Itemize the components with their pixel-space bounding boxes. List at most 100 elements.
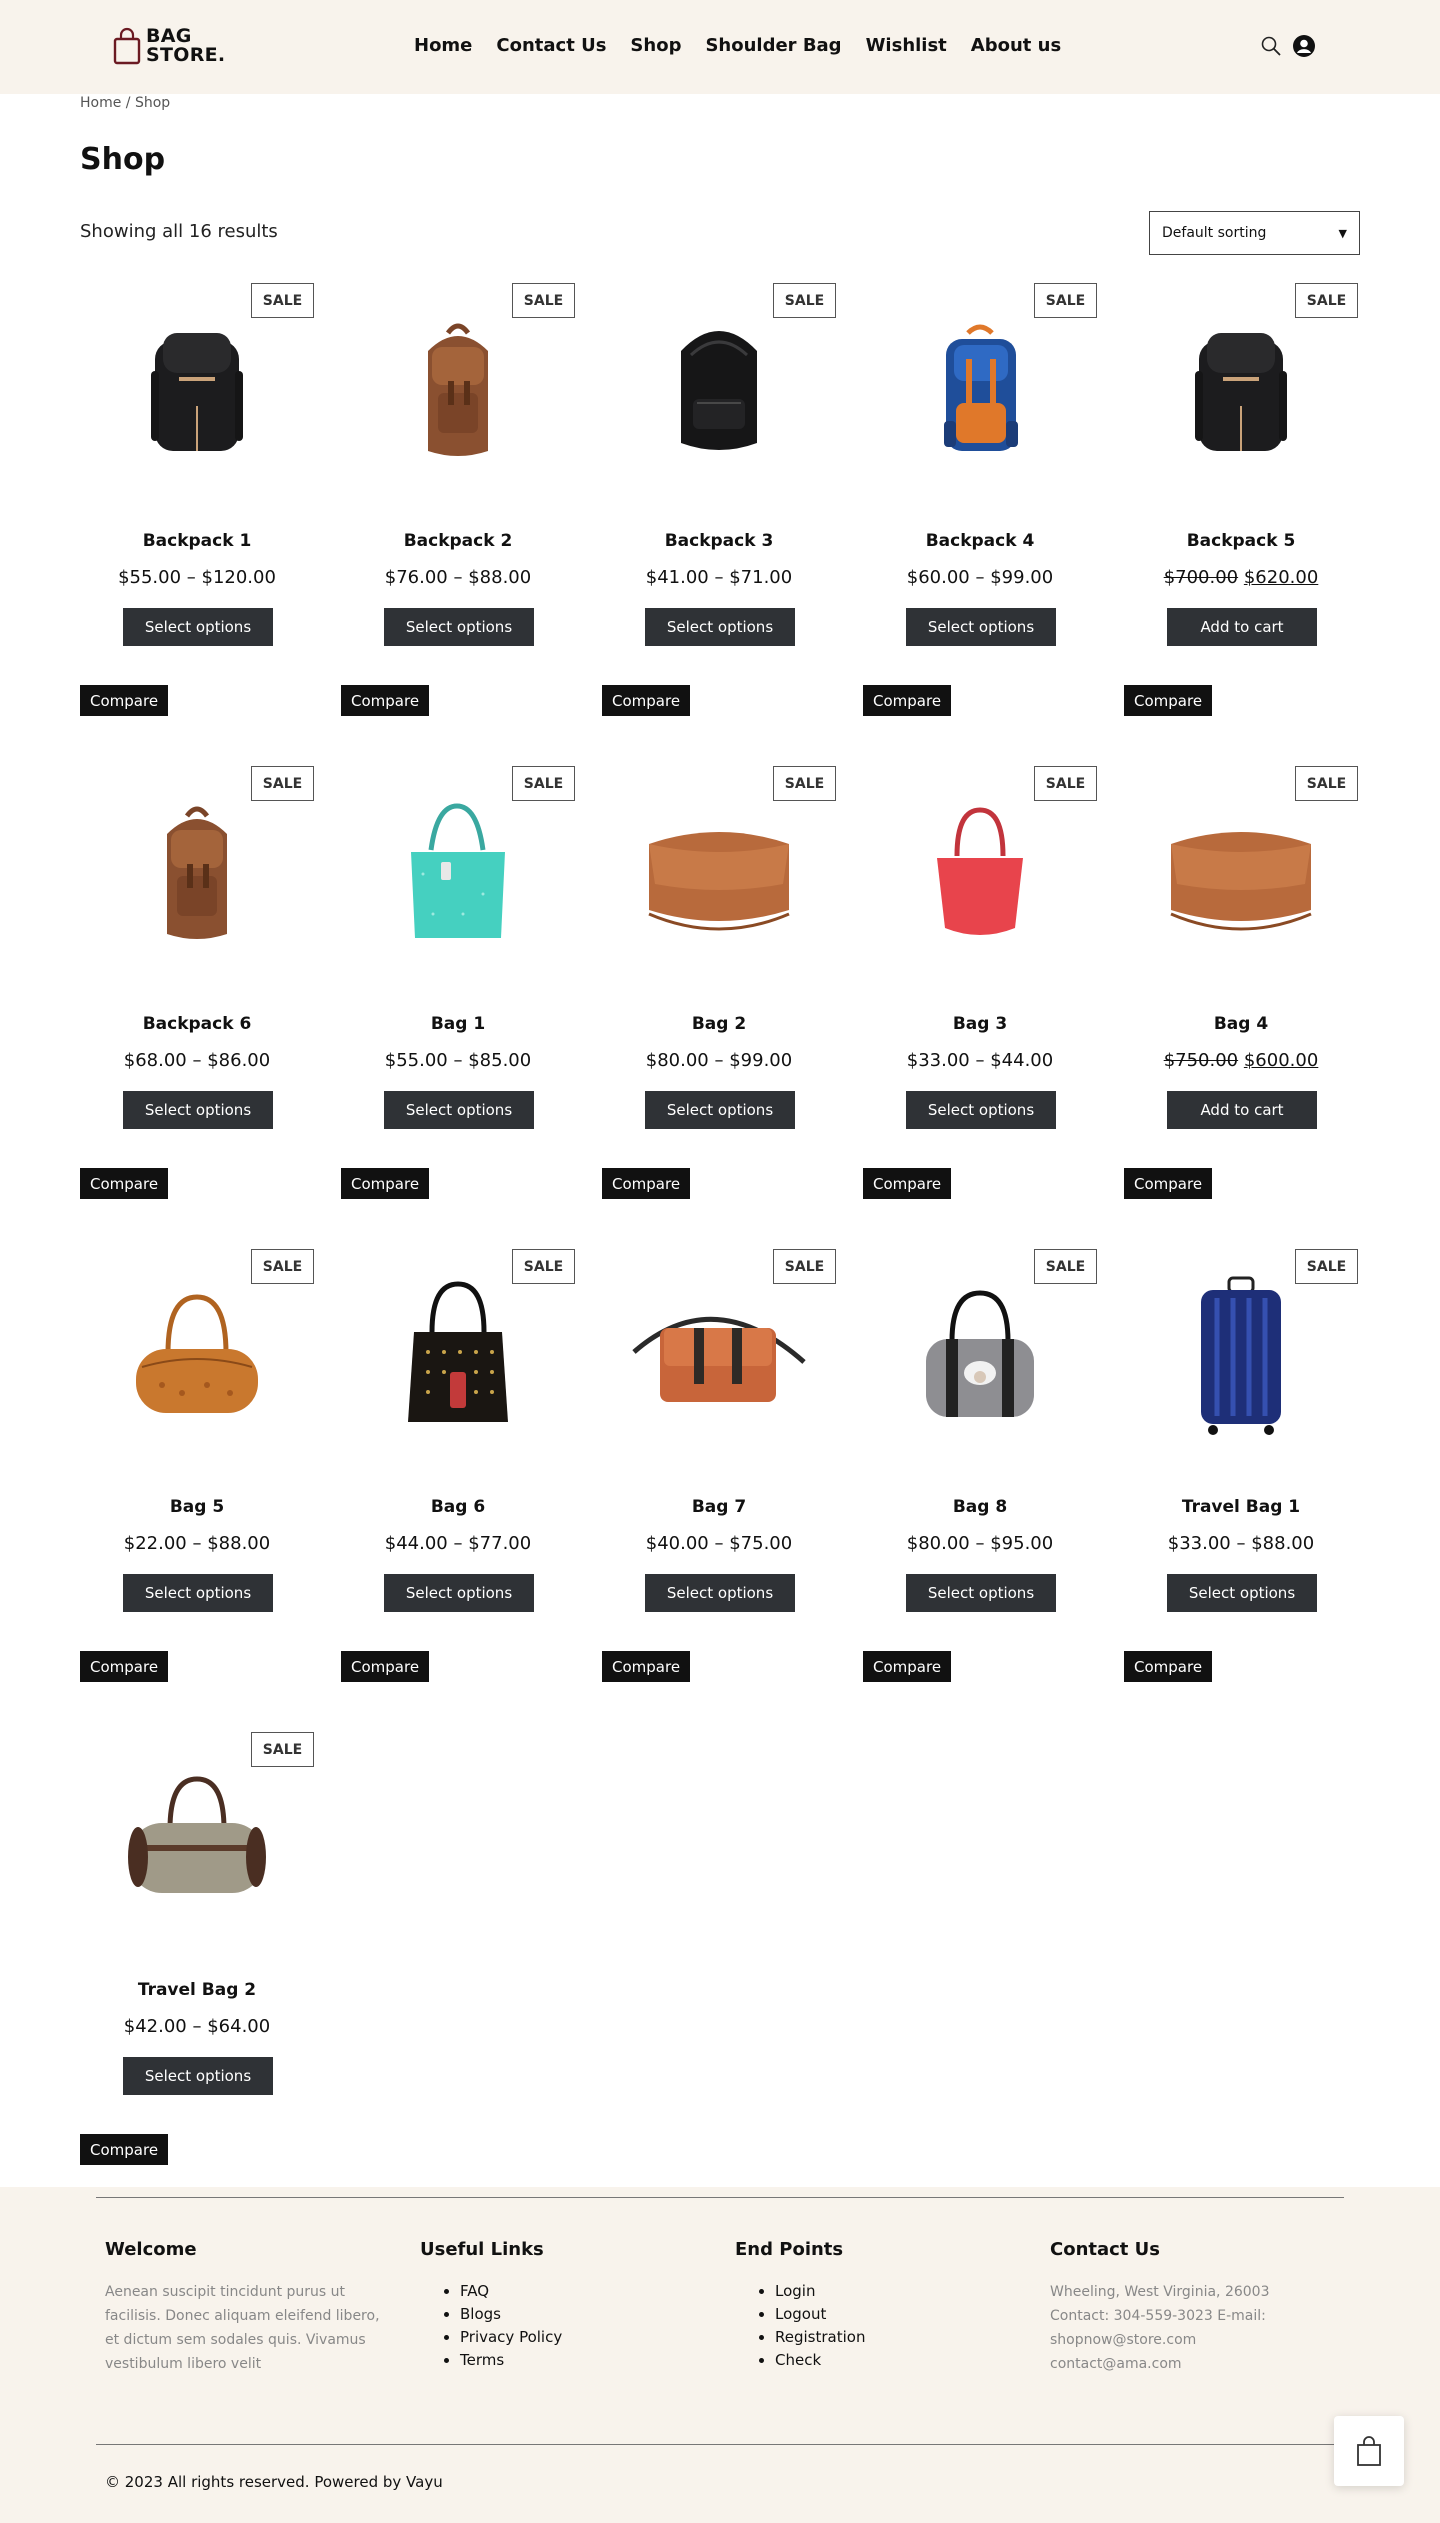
product-image[interactable]: SALE xyxy=(341,766,575,986)
nav-wishlist[interactable]: Wishlist xyxy=(866,35,947,56)
compare-button[interactable]: Compare xyxy=(602,685,691,716)
select-options-button[interactable]: Select options xyxy=(123,1574,273,1612)
product-title[interactable]: Backpack 1 xyxy=(80,531,314,551)
nav-contact-us[interactable]: Contact Us xyxy=(496,35,606,56)
compare-button[interactable]: Compare xyxy=(80,2134,169,2165)
product-title[interactable]: Bag 5 xyxy=(80,1497,314,1517)
price-range: $42.00 – $64.00 xyxy=(123,2016,271,2037)
sale-badge: SALE xyxy=(1034,283,1097,318)
site-logo[interactable]: BAG STORE. xyxy=(112,27,225,65)
product-title[interactable]: Bag 3 xyxy=(863,1014,1097,1034)
select-options-button[interactable]: Select options xyxy=(906,1574,1056,1612)
product-card: SALE Bag 4 $750.00 $600.00 Add to cart C… xyxy=(1124,766,1358,1249)
product-image[interactable]: SALE xyxy=(863,1249,1097,1469)
footer-link-registration[interactable]: Registration xyxy=(775,2328,865,2346)
floating-cart-button[interactable] xyxy=(1334,2416,1404,2486)
product-title[interactable]: Travel Bag 1 xyxy=(1124,1497,1358,1517)
nav-shop[interactable]: Shop xyxy=(630,35,681,56)
search-icon[interactable] xyxy=(1260,35,1282,57)
product-image[interactable]: SALE xyxy=(341,283,575,503)
product-image[interactable]: SALE xyxy=(80,766,314,986)
product-image[interactable]: SALE xyxy=(602,283,836,503)
select-options-button[interactable]: Select options xyxy=(384,1574,534,1612)
footer-link-check[interactable]: Check xyxy=(775,2351,821,2369)
product-price: $33.00 – $88.00 xyxy=(1124,1533,1358,1554)
product-image[interactable]: SALE xyxy=(80,283,314,503)
product-title[interactable]: Bag 6 xyxy=(341,1497,575,1517)
product-price: $700.00 $620.00 xyxy=(1124,567,1358,588)
footer-link-blogs[interactable]: Blogs xyxy=(460,2305,501,2323)
product-title[interactable]: Travel Bag 2 xyxy=(80,1980,314,2000)
product-title[interactable]: Bag 7 xyxy=(602,1497,836,1517)
price-range: $76.00 – $88.00 xyxy=(384,567,532,588)
sort-select[interactable]: Default sorting ▼ xyxy=(1149,211,1360,255)
price-range: $33.00 – $44.00 xyxy=(906,1050,1054,1071)
compare-button[interactable]: Compare xyxy=(602,1651,691,1682)
product-image[interactable]: SALE xyxy=(341,1249,575,1469)
select-options-button[interactable]: Select options xyxy=(1167,1574,1317,1612)
compare-button[interactable]: Compare xyxy=(1124,1168,1213,1199)
footer-link-login[interactable]: Login xyxy=(775,2282,815,2300)
product-title[interactable]: Bag 1 xyxy=(341,1014,575,1034)
product-title[interactable]: Bag 4 xyxy=(1124,1014,1358,1034)
product-title[interactable]: Bag 2 xyxy=(602,1014,836,1034)
product-title[interactable]: Backpack 5 xyxy=(1124,531,1358,551)
user-account-icon[interactable] xyxy=(1292,34,1316,58)
site-footer: Welcome Aenean suscipit tincidunt purus … xyxy=(0,2187,1440,2523)
product-image[interactable]: SALE xyxy=(863,283,1097,503)
select-options-button[interactable]: Select options xyxy=(645,1091,795,1129)
compare-button[interactable]: Compare xyxy=(863,1651,952,1682)
price-range: $55.00 – $85.00 xyxy=(384,1050,532,1071)
price-range: $44.00 – $77.00 xyxy=(384,1533,532,1554)
select-options-button[interactable]: Select options xyxy=(384,608,534,646)
compare-button[interactable]: Compare xyxy=(80,1651,169,1682)
compare-button[interactable]: Compare xyxy=(863,685,952,716)
product-title[interactable]: Bag 8 xyxy=(863,1497,1097,1517)
sale-badge: SALE xyxy=(773,1249,836,1284)
footer-link-faq[interactable]: FAQ xyxy=(460,2282,489,2300)
footer-useful-links: Useful Links FAQ Blogs Privacy Policy Te… xyxy=(420,2239,700,2372)
add-to-cart-button[interactable]: Add to cart xyxy=(1167,1091,1317,1129)
product-image[interactable]: SALE xyxy=(80,1249,314,1469)
compare-button[interactable]: Compare xyxy=(863,1168,952,1199)
select-options-button[interactable]: Select options xyxy=(123,608,273,646)
select-options-button[interactable]: Select options xyxy=(645,1574,795,1612)
footer-link-terms[interactable]: Terms xyxy=(460,2351,504,2369)
compare-button[interactable]: Compare xyxy=(80,685,169,716)
select-options-button[interactable]: Select options xyxy=(123,1091,273,1129)
compare-button[interactable]: Compare xyxy=(1124,685,1213,716)
product-image[interactable]: SALE xyxy=(1124,766,1358,986)
product-card: SALE Bag 3 $33.00 – $44.00 Select option… xyxy=(863,766,1097,1249)
sale-badge: SALE xyxy=(1034,766,1097,801)
product-image[interactable]: SALE xyxy=(1124,283,1358,503)
grey-sheep-bag-icon xyxy=(900,1277,1060,1441)
compare-button[interactable]: Compare xyxy=(341,685,430,716)
nav-about-us[interactable]: About us xyxy=(971,35,1061,56)
compare-button[interactable]: Compare xyxy=(341,1651,430,1682)
footer-link-logout[interactable]: Logout xyxy=(775,2305,826,2323)
select-options-button[interactable]: Select options xyxy=(906,1091,1056,1129)
select-options-button[interactable]: Select options xyxy=(384,1091,534,1129)
compare-button[interactable]: Compare xyxy=(341,1168,430,1199)
add-to-cart-button[interactable]: Add to cart xyxy=(1167,608,1317,646)
breadcrumb-home[interactable]: Home xyxy=(80,95,121,111)
product-image[interactable]: SALE xyxy=(602,766,836,986)
product-title[interactable]: Backpack 4 xyxy=(863,531,1097,551)
compare-button[interactable]: Compare xyxy=(80,1168,169,1199)
product-image[interactable]: SALE xyxy=(1124,1249,1358,1469)
nav-home[interactable]: Home xyxy=(414,35,472,56)
sale-badge: SALE xyxy=(1034,1249,1097,1284)
select-options-button[interactable]: Select options xyxy=(123,2057,273,2095)
product-title[interactable]: Backpack 6 xyxy=(80,1014,314,1034)
select-options-button[interactable]: Select options xyxy=(906,608,1056,646)
footer-link-privacy-policy[interactable]: Privacy Policy xyxy=(460,2328,562,2346)
product-title[interactable]: Backpack 3 xyxy=(602,531,836,551)
nav-shoulder-bag[interactable]: Shoulder Bag xyxy=(705,35,841,56)
compare-button[interactable]: Compare xyxy=(602,1168,691,1199)
select-options-button[interactable]: Select options xyxy=(645,608,795,646)
product-title[interactable]: Backpack 2 xyxy=(341,531,575,551)
compare-button[interactable]: Compare xyxy=(1124,1651,1213,1682)
product-image[interactable]: SALE xyxy=(863,766,1097,986)
product-image[interactable]: SALE xyxy=(602,1249,836,1469)
product-image[interactable]: SALE xyxy=(80,1732,314,1952)
